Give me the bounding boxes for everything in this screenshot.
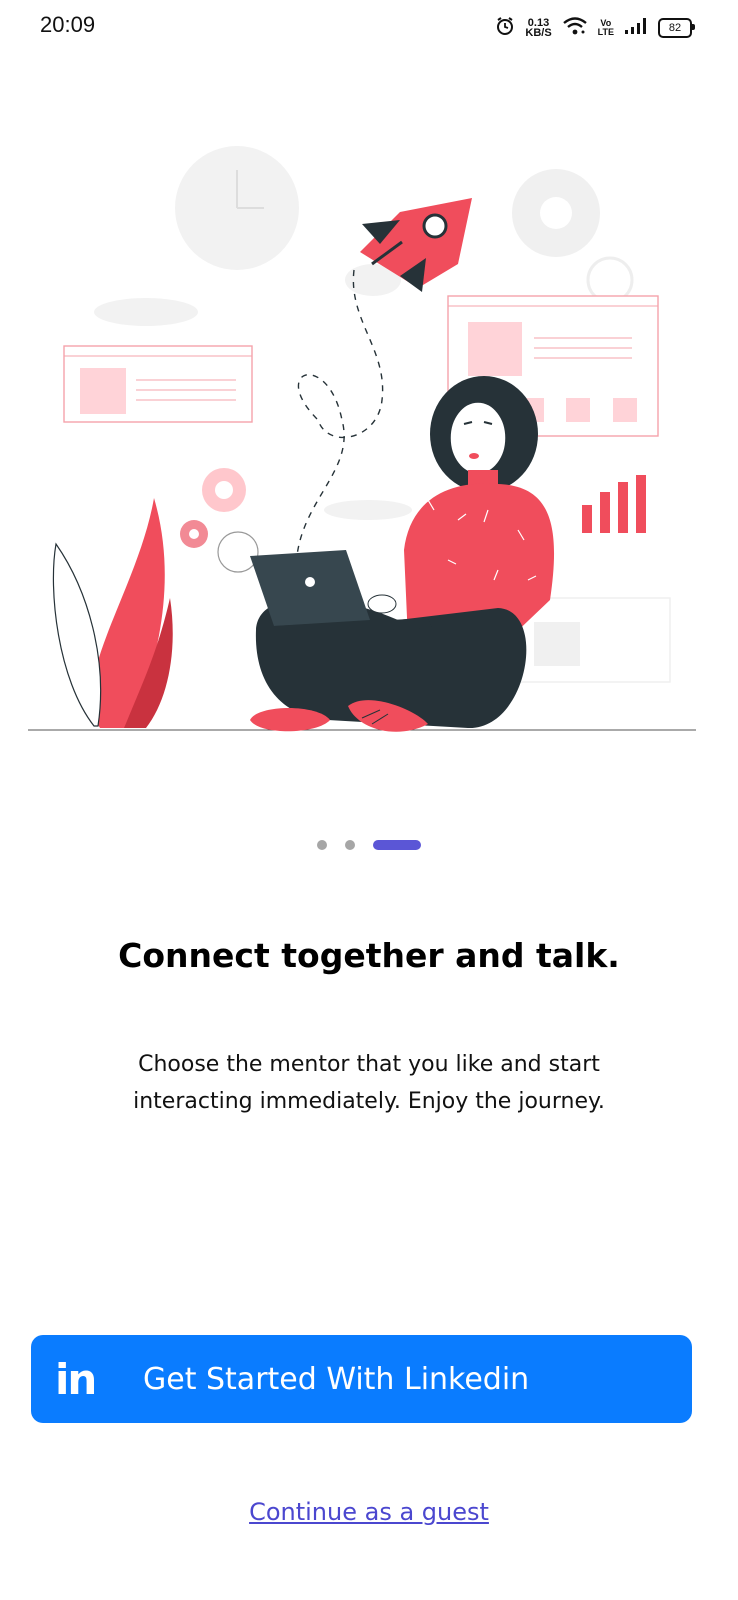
linkedin-button-label: Get Started With Linkedin	[143, 1361, 530, 1397]
onboarding-subtitle: Choose the mentor that you like and star…	[133, 1052, 605, 1114]
gear-icon	[512, 169, 600, 257]
alarm-icon	[495, 16, 515, 40]
page-indicator	[0, 838, 738, 852]
net-speed: 0.13 KB/S	[525, 18, 552, 39]
continue-as-guest-link[interactable]: Continue as a guest	[0, 1498, 738, 1526]
clock-icon	[175, 146, 299, 270]
status-icons: 0.13 KB/S Vo LTE 82	[495, 14, 695, 42]
linkedin-get-started-button[interactable]: in Get Started With Linkedin	[31, 1335, 692, 1423]
net-speed-unit: KB/S	[525, 27, 552, 39]
plant-icon	[52, 498, 173, 728]
wifi-icon	[562, 16, 588, 40]
browser-window-left	[63, 345, 253, 423]
page-dot-2[interactable]	[345, 840, 355, 850]
onboarding-title: Connect together and talk.	[118, 936, 620, 975]
battery-icon: 82	[658, 18, 695, 38]
linkedin-icon: in	[55, 1354, 97, 1404]
volte-indicator: Vo LTE	[598, 19, 614, 37]
page-dot-1[interactable]	[317, 840, 327, 850]
onboarding-illustration	[28, 120, 698, 750]
signal-icon	[624, 16, 648, 40]
volte-bottom: LTE	[597, 27, 614, 37]
status-bar: 20:09 0.13 KB/S Vo LTE 82	[0, 0, 738, 56]
battery-level: 82	[668, 22, 682, 34]
page-dot-3-active[interactable]	[373, 840, 421, 850]
woman-figure	[250, 376, 555, 732]
status-time: 20:09	[40, 12, 96, 37]
bar-chart-icon	[582, 475, 646, 533]
